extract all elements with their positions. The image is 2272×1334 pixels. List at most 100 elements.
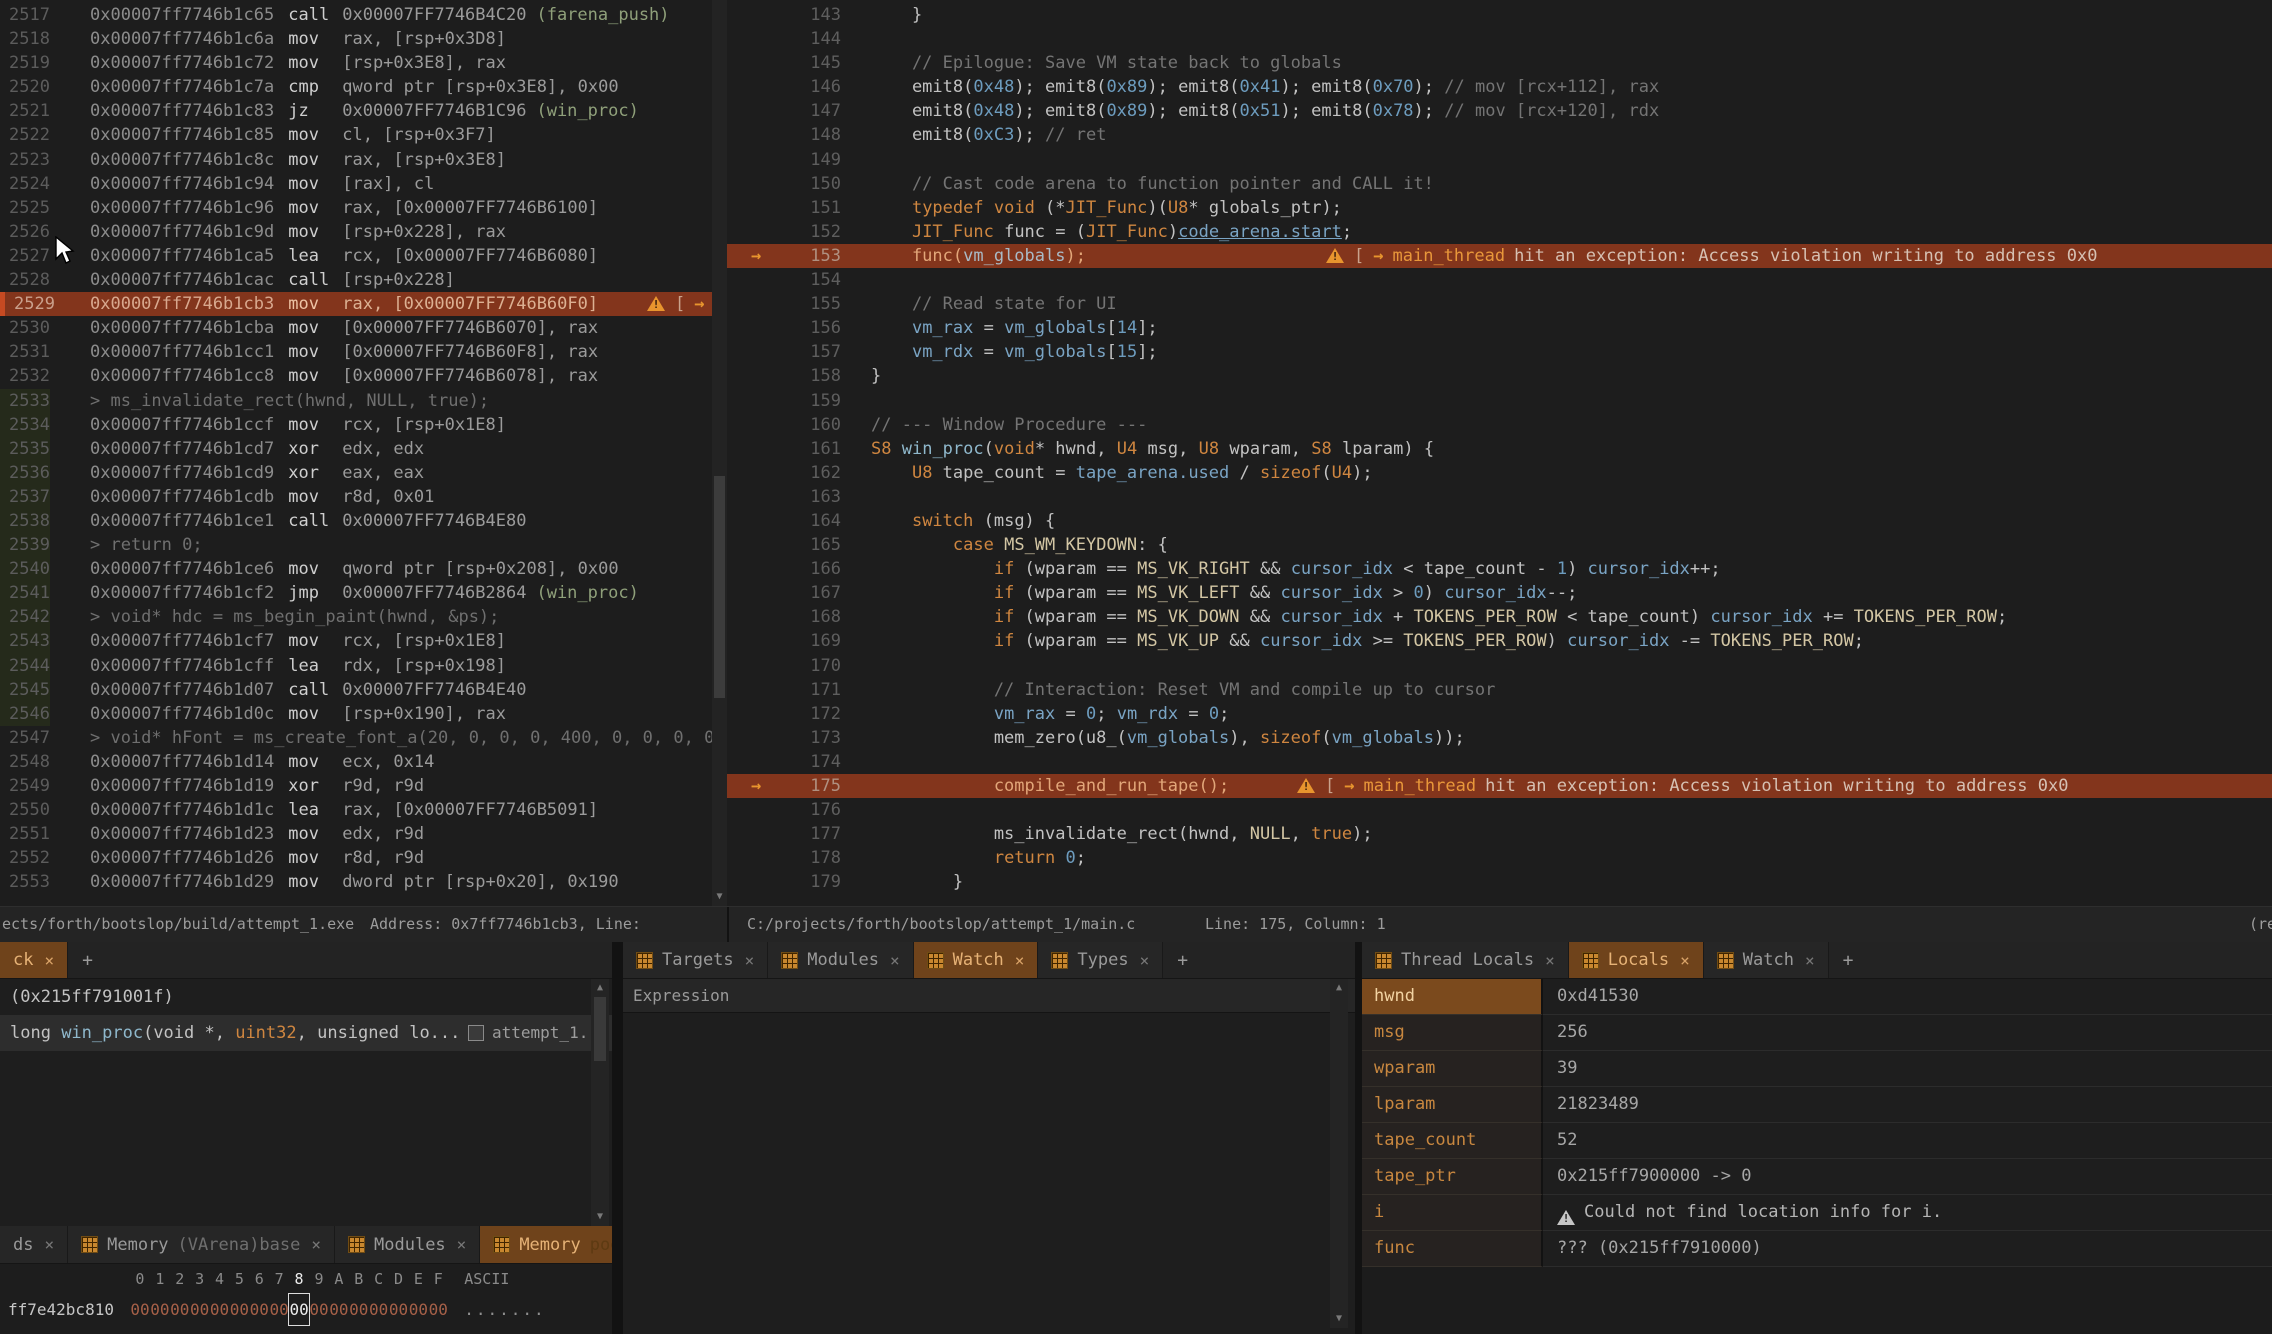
close-icon[interactable]: × xyxy=(890,951,900,970)
disasm-row[interactable]: 25300x00007ff7746b1cbamov[0x00007FF7746B… xyxy=(0,316,712,340)
memory-byte[interactable]: 00 xyxy=(190,1325,210,1334)
source-row[interactable]: 157 vm_rdx = vm_globals[15]; xyxy=(727,340,2272,364)
source-row[interactable]: 148 emit8(0xC3); // ret xyxy=(727,123,2272,147)
memory-byte[interactable]: 00 xyxy=(150,1294,170,1325)
close-icon[interactable]: × xyxy=(1545,951,1555,970)
tab-watch[interactable]: Watch× xyxy=(1704,942,1829,978)
disassembly-scrollbar[interactable]: ▼ xyxy=(712,0,727,906)
source-row[interactable]: 178 return 0; xyxy=(727,846,2272,870)
source-row[interactable]: 152 JIT_Func func = (JIT_Func)code_arena… xyxy=(727,220,2272,244)
memory-byte[interactable]: 00 xyxy=(269,1325,289,1334)
source-row[interactable]: 154 xyxy=(727,268,2272,292)
memory-byte[interactable]: 00 xyxy=(428,1325,448,1334)
disasm-row[interactable]: 25410x00007ff7746b1cf2jmp0x00007FF7746B2… xyxy=(0,581,712,605)
source-row[interactable]: →175 compile_and_run_tape();[→main_threa… xyxy=(727,774,2272,798)
source-row[interactable]: 143 } xyxy=(727,3,2272,27)
memory-byte[interactable]: 00 xyxy=(150,1325,170,1334)
close-icon[interactable]: × xyxy=(1015,951,1025,970)
scroll-thumb[interactable] xyxy=(594,997,606,1061)
disasm-row[interactable]: 25360x00007ff7746b1cd9xoreax, eax xyxy=(0,461,712,485)
locals-row[interactable]: tape_ptr0x215ff7900000 -> 0us xyxy=(1362,1159,2272,1195)
source-row[interactable]: 164 switch (msg) { xyxy=(727,509,2272,533)
source-row[interactable]: 173 mem_zero(u8_(vm_globals), sizeof(vm_… xyxy=(727,726,2272,750)
memory-byte[interactable]: 00 xyxy=(349,1325,369,1334)
memory-byte[interactable]: 00 xyxy=(289,1325,309,1334)
disasm-row[interactable]: 25320x00007ff7746b1cc8mov[0x00007FF7746B… xyxy=(0,364,712,388)
memory-byte[interactable]: 00 xyxy=(369,1294,389,1325)
tab-thread-locals[interactable]: Thread Locals× xyxy=(1362,942,1569,978)
disasm-row[interactable]: 25380x00007ff7746b1ce1call0x00007FF7746B… xyxy=(0,509,712,533)
stack-frame[interactable]: long win_proc(void *, uint32, unsigned l… xyxy=(0,1015,612,1051)
locals-row[interactable]: msg256 xyxy=(1362,1015,2272,1051)
disasm-row[interactable]: 25370x00007ff7746b1cdbmovr8d, 0x01 xyxy=(0,485,712,509)
locals-row[interactable]: lparam21823489 xyxy=(1362,1087,2272,1123)
close-icon[interactable]: × xyxy=(745,951,755,970)
source-row[interactable]: 177 ms_invalidate_rect(hwnd, NULL, true)… xyxy=(727,822,2272,846)
locals-row[interactable]: func??? (0x215ff7910000)void (*)(unsigne xyxy=(1362,1231,2272,1267)
memory-byte[interactable]: 00 xyxy=(289,1294,309,1325)
disasm-row[interactable]: 25280x00007ff7746b1caccall[rsp+0x228] xyxy=(0,268,712,292)
locals-row[interactable]: wparam39unsi xyxy=(1362,1051,2272,1087)
disasm-row[interactable]: 25440x00007ff7746b1cffleardx, [rsp+0x198… xyxy=(0,654,712,678)
disasm-row[interactable]: 25230x00007ff7746b1c8cmovrax, [rsp+0x3E8… xyxy=(0,148,712,172)
memory-byte[interactable]: 00 xyxy=(229,1325,249,1334)
source-row[interactable]: 149 xyxy=(727,148,2272,172)
source-row[interactable]: 171 // Interaction: Reset VM and compile… xyxy=(727,678,2272,702)
memory-byte[interactable]: 00 xyxy=(369,1325,389,1334)
source-row[interactable]: 163 xyxy=(727,485,2272,509)
disasm-row[interactable]: 25260x00007ff7746b1c9dmov[rsp+0x228], ra… xyxy=(0,220,712,244)
close-icon[interactable]: × xyxy=(44,951,54,970)
new-tab-button[interactable]: + xyxy=(68,942,107,978)
source-row[interactable]: 160// --- Window Procedure --- xyxy=(727,413,2272,437)
disasm-row[interactable]: 2542> void* hdc = ms_begin_paint(hwnd, &… xyxy=(0,605,712,629)
disasm-row[interactable]: 2547> void* hFont = ms_create_font_a(20,… xyxy=(0,726,712,750)
memory-byte[interactable]: 00 xyxy=(170,1325,190,1334)
tab-watch[interactable]: Watch× xyxy=(914,942,1039,978)
memory-byte[interactable]: 00 xyxy=(428,1294,448,1325)
source-row[interactable]: 165 case MS_WM_KEYDOWN: { xyxy=(727,533,2272,557)
disasm-row[interactable]: 25350x00007ff7746b1cd7xoredx, edx xyxy=(0,437,712,461)
memory-byte[interactable]: 00 xyxy=(408,1325,428,1334)
disasm-row[interactable]: 25180x00007ff7746b1c6amovrax, [rsp+0x3D8… xyxy=(0,27,712,51)
source-row[interactable]: 166 if (wparam == MS_VK_RIGHT && cursor_… xyxy=(727,557,2272,581)
disasm-row[interactable]: 2539> return 0; xyxy=(0,533,712,557)
tab-ds[interactable]: ds× xyxy=(0,1226,68,1263)
new-tab-button[interactable]: + xyxy=(1829,942,1868,978)
tab-modules[interactable]: Modules× xyxy=(768,942,913,978)
source-row[interactable]: 179 } xyxy=(727,870,2272,894)
disasm-row[interactable]: 25250x00007ff7746b1c96movrax, [0x00007FF… xyxy=(0,196,712,220)
source-row[interactable]: 156 vm_rax = vm_globals[14]; xyxy=(727,316,2272,340)
memory-byte[interactable]: 00 xyxy=(170,1294,190,1325)
source-row[interactable]: 155 // Read state for UI xyxy=(727,292,2272,316)
memory-byte[interactable]: 00 xyxy=(249,1294,269,1325)
disasm-row[interactable]: 25170x00007ff7746b1c65call0x00007FF7746B… xyxy=(0,3,712,27)
disasm-row[interactable]: 2533> ms_invalidate_rect(hwnd, NULL, tru… xyxy=(0,389,712,413)
tab-memory[interactable]: Memorypoem_sign× xyxy=(480,1226,612,1263)
watch-scrollbar[interactable]: ▲ ▼ xyxy=(1330,979,1348,1328)
close-icon[interactable]: × xyxy=(1140,951,1150,970)
tab-memory[interactable]: Memory(VArena)base× xyxy=(68,1226,335,1263)
memory-byte[interactable]: 00 xyxy=(130,1294,150,1325)
close-icon[interactable]: × xyxy=(44,1235,54,1254)
new-tab-button[interactable]: + xyxy=(1163,942,1202,978)
tab-modules[interactable]: Modules× xyxy=(335,1226,480,1263)
disasm-row[interactable]: 25270x00007ff7746b1ca5learcx, [0x00007FF… xyxy=(0,244,712,268)
memory-byte[interactable]: 00 xyxy=(329,1294,349,1325)
locals-row[interactable]: hwnd0xd41530 xyxy=(1362,979,2272,1015)
scroll-down-icon[interactable]: ▼ xyxy=(712,890,727,904)
disasm-row[interactable]: 25190x00007ff7746b1c72mov[rsp+0x3E8], ra… xyxy=(0,51,712,75)
memory-byte[interactable]: 00 xyxy=(389,1294,409,1325)
disasm-row[interactable]: 25450x00007ff7746b1d07call0x00007FF7746B… xyxy=(0,678,712,702)
close-icon[interactable]: × xyxy=(311,1235,321,1254)
locals-row[interactable]: iCould not find location info for i. xyxy=(1362,1195,2272,1231)
disasm-row[interactable]: 25240x00007ff7746b1c94mov[rax], cl xyxy=(0,172,712,196)
disasm-row[interactable]: 25460x00007ff7746b1d0cmov[rsp+0x190], ra… xyxy=(0,702,712,726)
memory-byte[interactable]: 00 xyxy=(130,1325,150,1334)
source-row[interactable]: 161S8 win_proc(void* hwnd, U4 msg, U8 wp… xyxy=(727,437,2272,461)
source-row[interactable]: 162 U8 tape_count = tape_arena.used / si… xyxy=(727,461,2272,485)
source-row[interactable]: 144 xyxy=(727,27,2272,51)
scroll-thumb[interactable] xyxy=(714,476,725,698)
source-row[interactable]: 169 if (wparam == MS_VK_UP && cursor_idx… xyxy=(727,629,2272,653)
source-row[interactable]: 167 if (wparam == MS_VK_LEFT && cursor_i… xyxy=(727,581,2272,605)
source-row[interactable]: 146 emit8(0x48); emit8(0x89); emit8(0x41… xyxy=(727,75,2272,99)
